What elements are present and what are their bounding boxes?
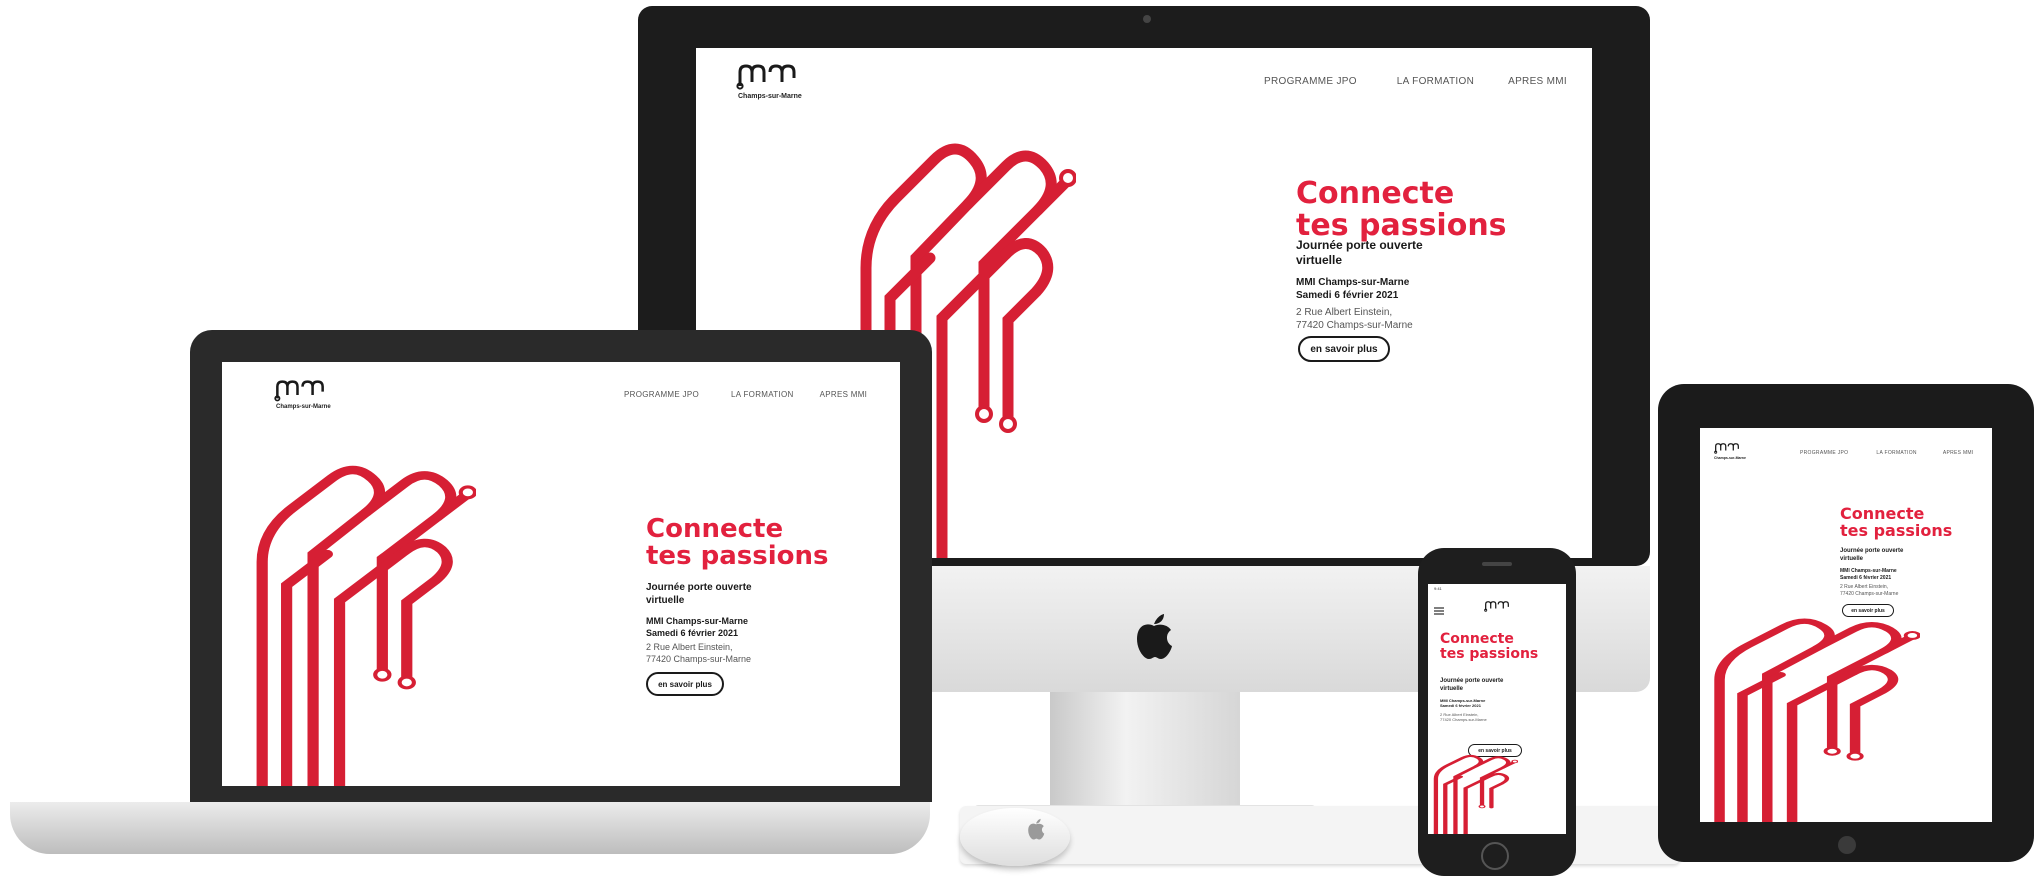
nav-la-formation[interactable]: LA FORMATION xyxy=(731,390,794,399)
nav-programme-jpo[interactable]: PROGRAMME JPO xyxy=(1800,450,1848,456)
apple-logo-icon xyxy=(1024,818,1048,840)
learn-more-button[interactable]: en savoir plus xyxy=(1298,336,1390,362)
phone-home-button[interactable] xyxy=(1481,842,1509,870)
event-address: 2 Rue Albert Einstein, 77420 Champs-sur-… xyxy=(1440,712,1487,723)
hero-headline: Connecte tes passions xyxy=(1296,176,1507,243)
nav-apres-mmi[interactable]: APRES MMI xyxy=(1508,76,1567,87)
phone-screen: 9:41 Connecte tes passions Journée porte… xyxy=(1428,584,1566,834)
event-info: MMI Champs-sur-Marne Samedi 6 février 20… xyxy=(1440,698,1486,709)
hamburger-menu-icon[interactable] xyxy=(1434,602,1444,615)
hero-headline: Connecte tes passions xyxy=(646,514,829,572)
tablet-screen: Champs-sur-Marne PROGRAMME JPO LA FORMAT… xyxy=(1700,428,1992,822)
site-logo[interactable] xyxy=(274,378,326,402)
nav-apres-mmi[interactable]: APRES MMI xyxy=(820,390,868,399)
main-nav: PROGRAMME JPO LA FORMATION APRES MMI xyxy=(1800,450,1974,456)
imac-stand xyxy=(1050,690,1240,820)
laptop-base xyxy=(10,802,930,854)
event-address: 2 Rue Albert Einstein, 77420 Champs-sur-… xyxy=(646,642,752,664)
event-info: MMI Champs-sur-Marne Samedi 6 février 20… xyxy=(1296,277,1410,301)
mmi-circuit-artwork xyxy=(1710,606,1920,822)
main-nav: PROGRAMME JPO LA FORMATION APRES MMI xyxy=(1264,76,1567,87)
site-logo[interactable] xyxy=(1484,600,1510,612)
apple-logo-icon xyxy=(1133,612,1175,660)
mmi-circuit-artwork xyxy=(252,446,476,786)
nav-la-formation[interactable]: LA FORMATION xyxy=(1397,76,1474,87)
tablet-home-button[interactable] xyxy=(1838,836,1856,854)
event-address: 2 Rue Albert Einstein, 77420 Champs-sur-… xyxy=(1840,584,1899,597)
phone-speaker xyxy=(1482,562,1512,566)
nav-programme-jpo[interactable]: PROGRAMME JPO xyxy=(1264,76,1357,87)
mmi-circuit-artwork xyxy=(1432,750,1518,834)
site-logo[interactable] xyxy=(736,62,798,90)
logo-subtitle: Champs-sur-Marne xyxy=(1714,456,1746,460)
camera-icon xyxy=(1143,15,1151,23)
event-info: MMI Champs-sur-Marne Samedi 6 février 20… xyxy=(646,616,749,638)
logo-subtitle: Champs-sur-Marne xyxy=(738,93,802,100)
hero-subtitle: Journée porte ouverte virtuelle xyxy=(1296,238,1423,267)
nav-apres-mmi[interactable]: APRES MMI xyxy=(1943,450,1974,456)
event-info: MMI Champs-sur-Marne Samedi 6 février 20… xyxy=(1840,568,1897,581)
nav-programme-jpo[interactable]: PROGRAMME JPO xyxy=(624,390,699,399)
hero-headline: Connecte tes passions xyxy=(1840,504,1953,540)
hero-subtitle: Journée porte ouverte virtuelle xyxy=(1440,678,1504,692)
event-address: 2 Rue Albert Einstein, 77420 Champs-sur-… xyxy=(1296,307,1413,331)
mouse xyxy=(960,808,1070,866)
learn-more-button[interactable]: en savoir plus xyxy=(646,672,724,696)
hero-subtitle: Journée porte ouverte virtuelle xyxy=(646,582,752,606)
hero-subtitle: Journée porte ouverte virtuelle xyxy=(1840,548,1904,562)
hero-headline: Connecte tes passions xyxy=(1440,631,1539,662)
main-nav: PROGRAMME JPO LA FORMATION APRES MMI xyxy=(624,390,867,399)
status-time: 9:41 xyxy=(1434,586,1442,591)
logo-subtitle: Champs-sur-Marne xyxy=(276,404,331,410)
site-logo[interactable] xyxy=(1714,442,1740,454)
laptop-screen: Champs-sur-Marne PROGRAMME JPO LA FORMAT… xyxy=(222,362,900,786)
nav-la-formation[interactable]: LA FORMATION xyxy=(1876,450,1916,456)
